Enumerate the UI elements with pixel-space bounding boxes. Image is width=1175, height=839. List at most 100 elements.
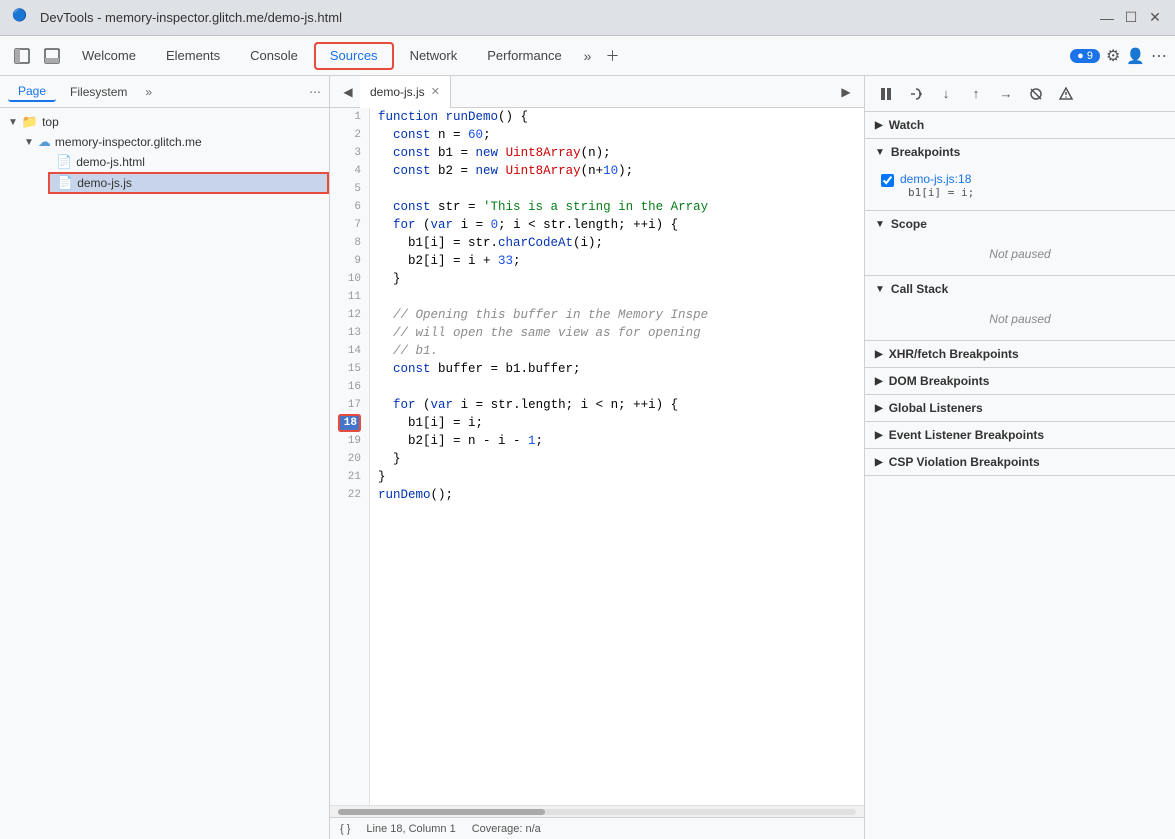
sidebar-tabs-chevron-icon[interactable]: » <box>145 85 152 99</box>
code-line-4: const b2 = new Uint8Array(n+10); <box>378 162 856 180</box>
scrollbar-track <box>338 809 856 815</box>
code-line-8: b1[i] = str.charCodeAt(i); <box>378 234 856 252</box>
line-num-8: 8 <box>338 234 361 252</box>
scope-arrow-icon: ▼ <box>875 219 885 230</box>
code-line-3: const b1 = new Uint8Array(n); <box>378 144 856 162</box>
settings-gear-icon[interactable]: ⚙ <box>1106 46 1120 66</box>
code-area[interactable]: 1 2 3 4 5 6 7 8 9 10 11 12 13 14 15 16 1 <box>330 108 864 817</box>
global-section-label: Global Listeners <box>889 401 983 415</box>
tree-item-domain[interactable]: ▼ ☁ memory-inspector.glitch.me <box>16 132 329 152</box>
line-num-22: 22 <box>338 486 361 504</box>
code-line-1: function runDemo() { <box>378 108 856 126</box>
scope-section-header[interactable]: ▼ Scope <box>865 211 1175 237</box>
scope-section: ▼ Scope Not paused <box>865 211 1175 276</box>
breakpoints-section-label: Breakpoints <box>891 145 960 159</box>
watch-section: ▶ Watch <box>865 112 1175 139</box>
code-line-15: const buffer = b1.buffer; <box>378 360 856 378</box>
callstack-section: ▼ Call Stack Not paused <box>865 276 1175 341</box>
issues-badge[interactable]: ● 9 <box>1070 49 1100 63</box>
step-into-button[interactable]: ↓ <box>933 81 959 107</box>
status-coverage: Coverage: n/a <box>472 823 541 835</box>
folder-icon: 📁 <box>22 114 38 130</box>
tree-item-demo-js[interactable]: 📄 demo-js.js <box>48 172 329 194</box>
step-button[interactable]: → <box>993 81 1019 107</box>
tree-item-label: top <box>42 115 59 129</box>
file-tree: ▼ 📁 top ▼ ☁ memory-inspector.glitch.me 📄… <box>0 108 329 839</box>
new-tab-button[interactable]: ＋ <box>599 42 625 70</box>
cloud-icon: ☁ <box>38 134 51 150</box>
code-line-7: for (var i = 0; i < str.length; ++i) { <box>378 216 856 234</box>
tab-performance[interactable]: Performance <box>473 42 575 70</box>
minimize-button[interactable]: — <box>1099 10 1115 26</box>
scrollbar-thumb[interactable] <box>338 809 545 815</box>
breakpoints-section-header[interactable]: ▼ Breakpoints <box>865 139 1175 165</box>
step-over-button[interactable] <box>903 81 929 107</box>
xhr-arrow-icon: ▶ <box>875 349 883 360</box>
code-line-21: } <box>378 468 856 486</box>
back-button[interactable]: ◀ <box>336 80 360 104</box>
callstack-section-header[interactable]: ▼ Call Stack <box>865 276 1175 302</box>
sidebar-tab-page[interactable]: Page <box>8 82 56 102</box>
xhr-section-header[interactable]: ▶ XHR/fetch Breakpoints <box>865 341 1175 367</box>
csp-section-header[interactable]: ▶ CSP Violation Breakpoints <box>865 449 1175 475</box>
dont-pause-exceptions-button[interactable] <box>1053 81 1079 107</box>
breakpoint-item: demo-js.js:18 b1[i] = i; <box>881 169 1159 202</box>
breakpoint-checkbox[interactable] <box>881 174 894 187</box>
tree-item-demo-html[interactable]: 📄 demo-js.html <box>48 152 329 172</box>
tab-sources[interactable]: Sources <box>314 42 394 70</box>
close-button[interactable]: ✕ <box>1147 10 1163 26</box>
tab-welcome[interactable]: Welcome <box>68 42 150 70</box>
editor-file-tab[interactable]: demo-js.js ✕ <box>360 76 451 108</box>
editor-tabs: ◀ demo-js.js ✕ ▶ <box>330 76 864 108</box>
dock-bottom-button[interactable] <box>38 42 66 70</box>
status-bar: { } Line 18, Column 1 Coverage: n/a <box>330 817 864 839</box>
code-line-10: } <box>378 270 856 288</box>
dom-section: ▶ DOM Breakpoints <box>865 368 1175 395</box>
forward-button[interactable]: ▶ <box>834 80 858 104</box>
global-section-header[interactable]: ▶ Global Listeners <box>865 395 1175 421</box>
event-section-header[interactable]: ▶ Event Listener Breakpoints <box>865 422 1175 448</box>
line-num-13: 13 <box>338 324 361 342</box>
breakpoint-code-label: b1[i] = i; <box>908 186 974 199</box>
step-out-button[interactable]: ↑ <box>963 81 989 107</box>
line-num-17: 17 <box>338 396 361 414</box>
breakpoint-info: demo-js.js:18 b1[i] = i; <box>900 172 974 199</box>
sidebar-tab-filesystem[interactable]: Filesystem <box>60 83 137 101</box>
tab-console[interactable]: Console <box>236 42 312 70</box>
more-options-button[interactable]: ⋯ <box>1151 46 1167 66</box>
tree-item-html-label: demo-js.html <box>76 155 145 169</box>
code-line-6: const str = 'This is a string in the Arr… <box>378 198 856 216</box>
global-section: ▶ Global Listeners <box>865 395 1175 422</box>
tree-item-domain-label: memory-inspector.glitch.me <box>55 135 202 149</box>
pause-button[interactable] <box>873 81 899 107</box>
line-num-18[interactable]: 18 <box>338 414 361 432</box>
code-line-14: // b1. <box>378 342 856 360</box>
callstack-section-label: Call Stack <box>891 282 948 296</box>
sidebar: Page Filesystem » ⋯ ▼ 📁 top ▼ ☁ memory-i… <box>0 76 330 839</box>
close-tab-icon[interactable]: ✕ <box>431 85 440 98</box>
dom-section-header[interactable]: ▶ DOM Breakpoints <box>865 368 1175 394</box>
restore-button[interactable]: ☐ <box>1123 10 1139 26</box>
line-num-2: 2 <box>338 126 361 144</box>
tree-item-top[interactable]: ▼ 📁 top <box>0 112 329 132</box>
line-num-5: 5 <box>338 180 361 198</box>
deactivate-breakpoints-button[interactable] <box>1023 81 1049 107</box>
horizontal-scrollbar[interactable] <box>330 805 864 817</box>
line-num-14: 14 <box>338 342 361 360</box>
code-line-5 <box>378 180 856 198</box>
tab-elements[interactable]: Elements <box>152 42 234 70</box>
dock-left-button[interactable] <box>8 42 36 70</box>
title-bar: 🔵 DevTools - memory-inspector.glitch.me/… <box>0 0 1175 36</box>
more-tabs-button[interactable]: » <box>578 44 598 68</box>
file-html-icon: 📄 <box>56 154 72 170</box>
file-js-icon: 📄 <box>57 175 73 191</box>
watch-section-header[interactable]: ▶ Watch <box>865 112 1175 138</box>
profile-icon[interactable]: 👤 <box>1126 47 1145 65</box>
line-num-1: 1 <box>338 108 361 126</box>
csp-arrow-icon: ▶ <box>875 457 883 468</box>
breakpoint-file-label[interactable]: demo-js.js:18 <box>900 172 974 186</box>
line-num-11: 11 <box>338 288 361 306</box>
code-line-18: b1[i] = i; <box>378 414 856 432</box>
sidebar-tabs-more-icon[interactable]: ⋯ <box>309 85 321 99</box>
tab-network[interactable]: Network <box>396 42 472 70</box>
